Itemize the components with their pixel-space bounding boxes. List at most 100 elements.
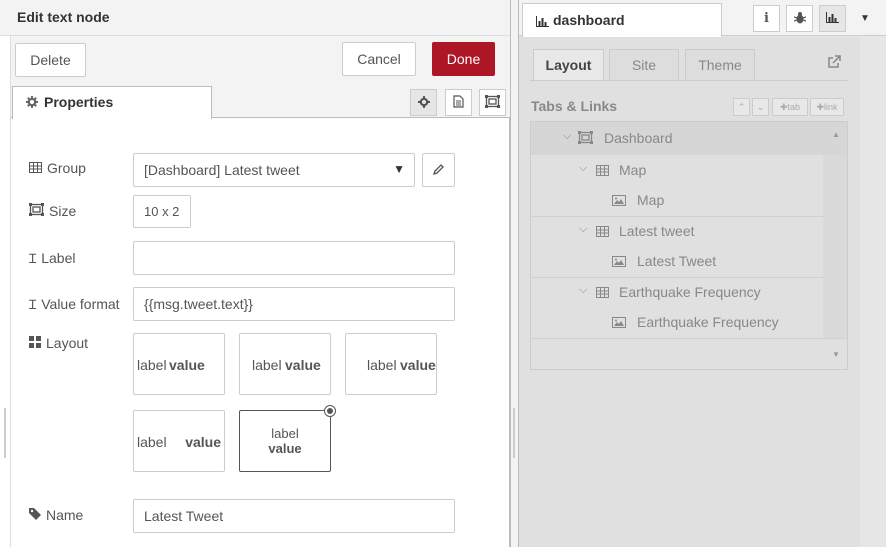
group-label: Group xyxy=(47,160,86,176)
node-description-button[interactable] xyxy=(445,89,472,116)
radio-selected-icon xyxy=(324,405,336,417)
sidebar-splitter[interactable] xyxy=(510,0,519,547)
dashboard-button[interactable] xyxy=(819,5,846,32)
size-button[interactable]: 10 x 2 xyxy=(133,195,191,228)
caret-down-icon: ▼ xyxy=(393,162,405,176)
tree-item-widget[interactable]: Earthquake Frequency xyxy=(531,307,823,337)
value-format-label: Value format xyxy=(41,296,120,312)
plus-icon: ✚ xyxy=(816,101,825,112)
object-group-icon xyxy=(578,131,593,147)
debug-button[interactable] xyxy=(786,5,813,32)
splitter-handle[interactable] xyxy=(513,408,515,458)
layout-option-2[interactable]: label value xyxy=(239,333,331,395)
collapse-all-button[interactable]: ⌃ xyxy=(733,98,750,116)
tab-properties-label: Properties xyxy=(44,94,114,110)
value-format-input[interactable]: {{msg.tweet.text}} xyxy=(133,287,455,321)
chevron-down-icon: ⌄ xyxy=(756,101,765,112)
label-label: Label xyxy=(41,250,76,266)
add-link-label: link xyxy=(824,102,838,112)
sidebar-scrollbar[interactable] xyxy=(860,37,886,547)
group-select-value: [Dashboard] Latest tweet xyxy=(144,162,300,178)
tray-title: Edit text node xyxy=(17,9,110,25)
image-icon xyxy=(612,254,626,270)
tree-item-label: Earthquake Frequency xyxy=(637,314,779,330)
table-icon xyxy=(596,224,609,240)
node-appearance-button[interactable] xyxy=(479,89,506,116)
caret-down-icon[interactable]: ▼ xyxy=(860,13,870,24)
plus-icon: ✚ xyxy=(779,101,788,112)
chevron-down-icon: ⌵ xyxy=(579,223,588,235)
layout-option-value: value xyxy=(285,357,321,373)
sidebar-tab-dashboard[interactable]: dashboard xyxy=(522,3,722,37)
layout-option-label: label xyxy=(271,426,299,441)
name-row-label: Name xyxy=(29,507,83,523)
value-format-row-label: Ɪ Value format xyxy=(29,295,120,313)
external-link-icon[interactable] xyxy=(827,55,841,72)
subtab-layout[interactable]: Layout xyxy=(533,49,604,81)
layout-option-label: label xyxy=(252,357,282,373)
th-large-icon xyxy=(29,335,41,351)
tabs-links-label: Tabs & Links xyxy=(531,98,618,114)
tree-item-label: Map xyxy=(637,192,665,208)
name-input[interactable]: Latest Tweet xyxy=(133,499,455,533)
tree-item-label: Earthquake Frequency xyxy=(619,284,761,300)
tree-item-label: Latest tweet xyxy=(619,223,695,239)
info-button[interactable]: i xyxy=(753,5,780,32)
add-link-button[interactable]: ✚ link xyxy=(810,98,844,116)
scroll-down-icon[interactable]: ▼ xyxy=(832,350,840,359)
tree-item-group[interactable]: ⌵ Earthquake Frequency xyxy=(531,277,823,307)
bar-chart-icon xyxy=(826,11,839,26)
label-input[interactable] xyxy=(133,241,455,275)
size-label: Size xyxy=(49,203,77,219)
layout-option-4[interactable]: label value xyxy=(133,410,225,472)
expand-all-button[interactable]: ⌄ xyxy=(752,98,769,116)
tree-item-tab[interactable]: ⌵ Dashboard xyxy=(531,123,823,153)
layout-option-5[interactable]: label value xyxy=(239,405,336,472)
cancel-button[interactable]: Cancel xyxy=(342,42,416,76)
chevron-up-icon: ⌃ xyxy=(737,101,746,112)
layout-option-label: label xyxy=(137,434,167,450)
image-icon xyxy=(612,193,626,209)
scroll-up-icon[interactable]: ▲ xyxy=(832,130,840,139)
subtabs-divider xyxy=(530,80,848,81)
tree-item-group[interactable]: ⌵ Map xyxy=(531,155,823,185)
tree-item-group[interactable]: ⌵ Latest tweet xyxy=(531,216,823,246)
tab-properties[interactable]: Properties xyxy=(12,86,212,119)
group-row-label: Group xyxy=(29,160,86,176)
subtab-theme[interactable]: Theme xyxy=(685,49,755,81)
i-cursor-icon: Ɪ xyxy=(29,252,37,267)
add-tab-button[interactable]: ✚ tab xyxy=(772,98,808,116)
gear-icon xyxy=(26,95,38,111)
table-icon xyxy=(596,285,609,301)
tree-item-widget[interactable]: Map xyxy=(531,185,823,215)
layout-row-label: Layout xyxy=(29,335,88,351)
group-select[interactable]: [Dashboard] Latest tweet ▼ xyxy=(133,153,415,187)
resize-handle[interactable] xyxy=(4,408,6,458)
edit-group-button[interactable] xyxy=(422,153,455,187)
tree-scrollbar[interactable] xyxy=(823,155,847,339)
delete-button[interactable]: Delete xyxy=(15,43,86,77)
tree-item-widget[interactable]: Latest Tweet xyxy=(531,246,823,276)
tree-divider xyxy=(531,338,847,339)
layout-option-value: value xyxy=(169,357,205,373)
layout-label: Layout xyxy=(46,335,89,351)
i-cursor-icon: Ɪ xyxy=(29,298,37,313)
size-row-label: Size xyxy=(29,203,76,219)
add-tab-label: tab xyxy=(787,102,801,112)
file-text-icon xyxy=(453,94,464,111)
chevron-down-icon: ⌵ xyxy=(579,284,588,296)
done-button[interactable]: Done xyxy=(432,42,495,76)
layout-option-3[interactable]: label value xyxy=(345,333,437,395)
name-label: Name xyxy=(46,507,84,523)
tree-item-label: Map xyxy=(619,162,647,178)
tray-edge xyxy=(10,118,11,547)
layout-option-value: value xyxy=(268,441,302,456)
tag-icon xyxy=(29,507,41,523)
subtab-site[interactable]: Site xyxy=(609,49,679,81)
object-group-icon xyxy=(485,94,500,111)
info-icon: i xyxy=(764,11,769,26)
node-settings-button[interactable] xyxy=(410,89,437,116)
layout-option-1[interactable]: label value xyxy=(133,333,225,395)
layout-option-value: value xyxy=(185,434,221,450)
chevron-down-icon: ⌵ xyxy=(563,130,572,142)
